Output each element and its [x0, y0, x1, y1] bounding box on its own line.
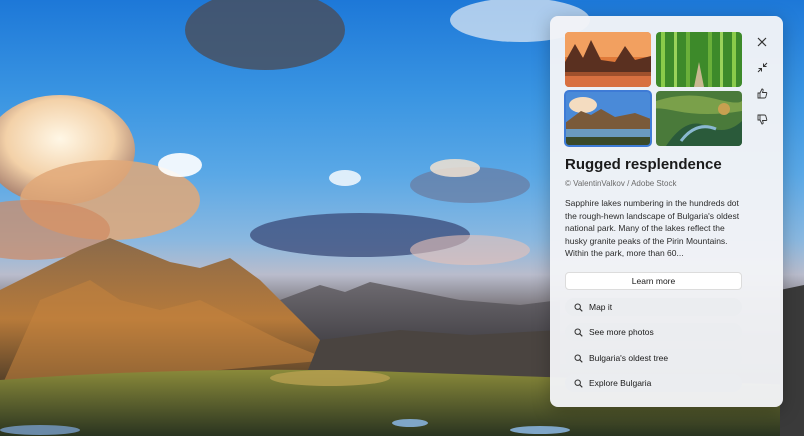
- search-icon: [573, 302, 583, 312]
- close-icon: [757, 34, 767, 52]
- suggestion-label: Explore Bulgaria: [589, 378, 652, 388]
- like-button[interactable]: [749, 82, 775, 108]
- thumbnail-4[interactable]: [656, 91, 742, 146]
- close-button[interactable]: [749, 30, 775, 56]
- thumbs-down-icon: [757, 112, 768, 130]
- thumbnail-2[interactable]: [656, 32, 742, 87]
- suggestion-map-it[interactable]: Map it: [565, 298, 742, 316]
- suggestion-explore-bulgaria[interactable]: Explore Bulgaria: [565, 374, 742, 392]
- panel-title: Rugged resplendence: [565, 156, 722, 173]
- panel-description: Sapphire lakes numbering in the hundreds…: [565, 198, 740, 258]
- search-icon: [573, 378, 583, 388]
- collapse-button[interactable]: [749, 56, 775, 82]
- spotlight-panel: Rugged resplendence © ValentinValkov / A…: [550, 16, 783, 407]
- suggestion-see-more-photos[interactable]: See more photos: [565, 323, 742, 341]
- collapse-icon: [757, 60, 768, 78]
- thumbnail-3-selected[interactable]: [564, 90, 652, 147]
- search-icon: [573, 327, 583, 337]
- search-icon: [573, 353, 583, 363]
- dislike-button[interactable]: [749, 108, 775, 134]
- suggestion-label: Bulgaria's oldest tree: [589, 353, 669, 363]
- suggestion-label: See more photos: [589, 327, 654, 337]
- thumbnail-1[interactable]: [565, 32, 651, 87]
- thumbnail-grid: [564, 32, 742, 148]
- thumbs-up-icon: [757, 86, 768, 104]
- suggestion-label: Map it: [589, 302, 613, 312]
- suggestion-oldest-tree[interactable]: Bulgaria's oldest tree: [565, 349, 742, 367]
- learn-more-button[interactable]: Learn more: [565, 272, 742, 290]
- photo-credit: © ValentinValkov / Adobe Stock: [565, 179, 677, 188]
